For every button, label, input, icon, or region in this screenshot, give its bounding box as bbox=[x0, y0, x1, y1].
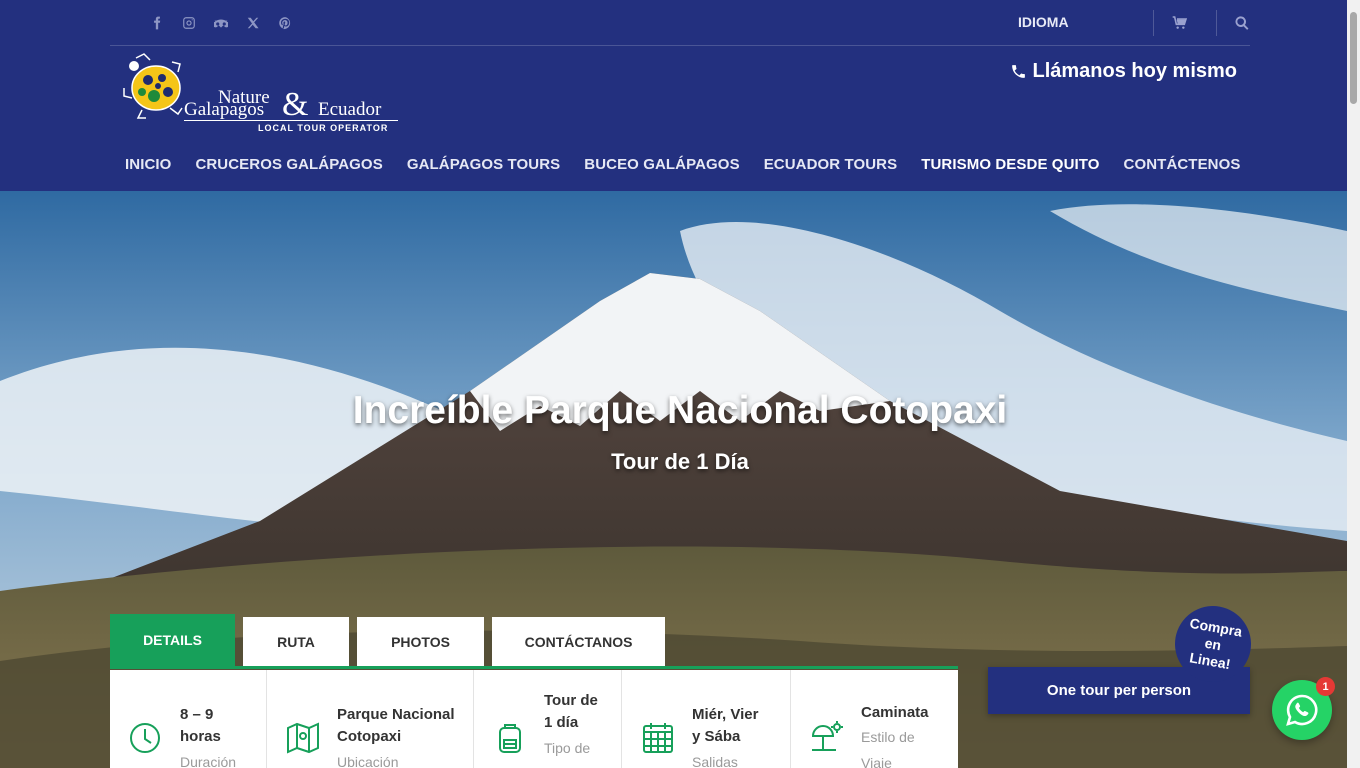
detail-tour-type: Tour de 1 día Tipo de bbox=[474, 670, 622, 768]
detail-location-label: Ubicación bbox=[337, 754, 399, 768]
nav-item-turismo-desde-quito[interactable]: TURISMO DESDE QUITO bbox=[921, 156, 1099, 173]
detail-travel-style-label-2: Viaje bbox=[861, 755, 892, 768]
pinterest-icon[interactable] bbox=[276, 14, 294, 32]
instagram-icon[interactable] bbox=[180, 14, 198, 32]
logo-ampersand: & bbox=[282, 86, 309, 123]
detail-departures-label: Salidas bbox=[692, 754, 738, 768]
hero-subtitle: Tour de 1 Día bbox=[611, 449, 749, 474]
beach-icon bbox=[809, 720, 845, 756]
logo-tagline: LOCAL TOUR OPERATOR bbox=[258, 123, 389, 133]
nav-item-cruceros-galapagos[interactable]: CRUCEROS GALÁPAGOS bbox=[195, 156, 382, 173]
detail-location: Parque Nacional Cotopaxi Ubicación bbox=[267, 670, 474, 768]
scrollbar-thumb[interactable] bbox=[1350, 12, 1357, 104]
social-links bbox=[148, 14, 294, 32]
nav-item-ecuador-tours[interactable]: ECUADOR TOURS bbox=[764, 156, 898, 173]
nav-item-contactenos[interactable]: CONTÁCTENOS bbox=[1124, 156, 1241, 173]
divider bbox=[1216, 10, 1217, 36]
tour-details-panel: 8 – 9 horas Duración Parque Nacional Cot… bbox=[110, 670, 958, 768]
detail-duration-value-2: horas bbox=[180, 728, 221, 745]
phone-icon bbox=[1011, 65, 1025, 78]
site-header: IDIOMA Nature Galapagos & Ecuador LOCAL … bbox=[0, 0, 1347, 191]
detail-location-value-1: Parque Nacional bbox=[337, 706, 455, 723]
site-logo[interactable]: Nature Galapagos & Ecuador LOCAL TOUR OP… bbox=[122, 52, 402, 136]
detail-duration: 8 – 9 horas Duración bbox=[110, 670, 267, 768]
clock-icon bbox=[127, 720, 163, 756]
detail-travel-style-value: Caminata bbox=[861, 704, 929, 721]
call-us-label: Llámanos hoy mismo bbox=[1032, 60, 1238, 82]
cart-icon[interactable] bbox=[1172, 15, 1188, 31]
buy-online-line3: Linea! bbox=[1188, 648, 1232, 672]
map-icon bbox=[285, 720, 321, 756]
detail-tour-type-label: Tipo de bbox=[544, 740, 591, 756]
logo-text-galapagos: Galapagos bbox=[184, 99, 265, 120]
detail-departures-value-2: y Sába bbox=[692, 728, 741, 745]
x-twitter-icon[interactable] bbox=[244, 14, 262, 32]
logo-divider bbox=[184, 120, 398, 121]
nav-item-galapagos-tours[interactable]: GALÁPAGOS TOURS bbox=[407, 156, 560, 173]
detail-duration-label: Duración bbox=[180, 754, 237, 768]
facebook-icon[interactable] bbox=[148, 14, 166, 32]
detail-travel-style-label: Estilo de bbox=[861, 729, 915, 745]
tab-contactanos[interactable]: CONTÁCTANOS bbox=[492, 617, 665, 666]
detail-tour-type-value-1: Tour de bbox=[544, 692, 598, 709]
page-scrollbar[interactable] bbox=[1347, 0, 1360, 768]
notification-badge: 1 bbox=[1316, 677, 1335, 696]
whatsapp-icon bbox=[1286, 694, 1318, 726]
detail-location-value-2: Cotopaxi bbox=[337, 728, 402, 745]
detail-duration-value-1: 8 – 9 bbox=[180, 706, 214, 723]
top-bar: IDIOMA bbox=[110, 0, 1250, 46]
tab-details[interactable]: DETAILS bbox=[110, 614, 235, 666]
backpack-icon bbox=[492, 720, 528, 756]
call-us-link[interactable]: Llámanos hoy mismo bbox=[1010, 60, 1238, 83]
main-nav: INICIO CRUCEROS GALÁPAGOS GALÁPAGOS TOUR… bbox=[125, 156, 1240, 173]
nav-item-inicio[interactable]: INICIO bbox=[125, 156, 171, 173]
language-selector[interactable]: IDIOMA bbox=[1018, 14, 1069, 30]
divider bbox=[1153, 10, 1154, 36]
hero-title: Increíble Parque Nacional Cotopaxi bbox=[352, 389, 1008, 432]
tab-ruta[interactable]: RUTA bbox=[243, 617, 349, 666]
search-icon[interactable] bbox=[1234, 15, 1250, 31]
tab-photos[interactable]: PHOTOS bbox=[357, 617, 484, 666]
detail-departures: Miér, Vier y Sába Salidas bbox=[622, 670, 791, 768]
turtle-logo-icon bbox=[123, 53, 183, 119]
calendar-icon bbox=[640, 720, 676, 756]
detail-tour-type-value-2: 1 día bbox=[544, 714, 579, 731]
detail-travel-style: Caminata Estilo de Viaje bbox=[791, 670, 958, 768]
tour-tabs: DETAILS RUTA PHOTOS CONTÁCTANOS bbox=[110, 614, 958, 669]
detail-departures-value-1: Miér, Vier bbox=[692, 706, 759, 723]
tripadvisor-icon[interactable] bbox=[212, 14, 230, 32]
nav-item-buceo-galapagos[interactable]: BUCEO GALÁPAGOS bbox=[584, 156, 739, 173]
logo-text-ecuador: Ecuador bbox=[318, 99, 382, 120]
